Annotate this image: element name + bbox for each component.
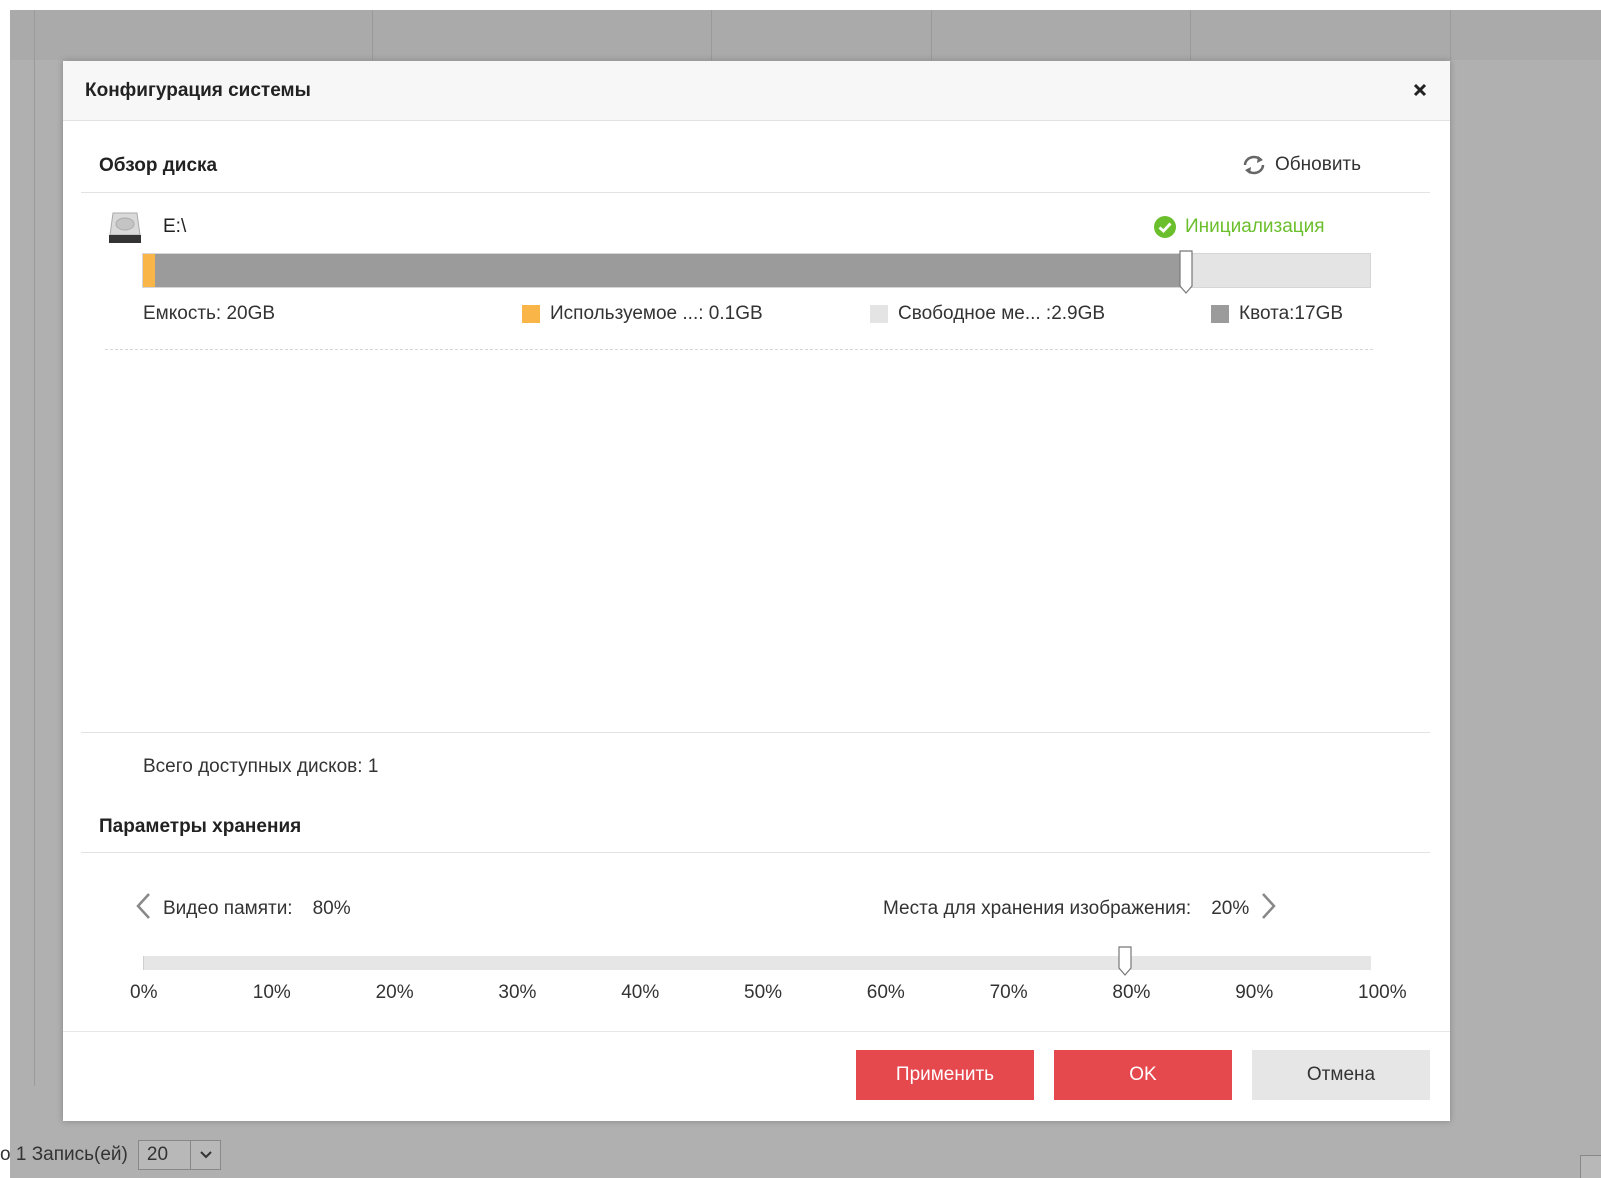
slider-tick-label: 70%	[989, 982, 1028, 1003]
close-icon[interactable]	[1408, 78, 1432, 104]
footer-divider	[63, 1031, 1450, 1032]
disk-usage-bar	[142, 250, 1371, 294]
image-ratio-value: 20%	[1211, 898, 1250, 919]
dialog-title: Конфигурация системы	[85, 80, 311, 101]
chevron-right-icon[interactable]	[1259, 891, 1279, 927]
page-size-select[interactable]: 20	[137, 1140, 222, 1170]
refresh-label: Обновить	[1275, 154, 1362, 175]
background-column-divider	[1450, 10, 1451, 60]
slider-tick-label: 50%	[744, 982, 783, 1003]
section-divider	[81, 852, 1430, 853]
storage-ratio-slider-handle[interactable]	[1117, 946, 1133, 976]
storage-ratio-slider[interactable]	[143, 956, 1371, 970]
slider-tick-label: 60%	[866, 982, 905, 1003]
image-ratio-label: Места для хранения изображения:	[883, 898, 1192, 919]
cancel-button[interactable]: Отмена	[1252, 1050, 1430, 1100]
disk-capacity-label: Емкость: 20GB	[143, 303, 276, 324]
video-ratio: Видео памяти: 80%	[133, 891, 351, 927]
chevron-down-icon[interactable]	[190, 1141, 220, 1169]
system-config-dialog: Конфигурация системы Обзор диска Обновит…	[63, 61, 1450, 1121]
ok-button[interactable]: OK	[1054, 1050, 1232, 1100]
slider-tick-label: 40%	[621, 982, 660, 1003]
image-ratio: Места для хранения изображения: 20%	[883, 891, 1279, 927]
check-circle-icon	[1154, 216, 1176, 238]
legend-used-label: Используемое ...: 0.1GB	[550, 303, 763, 324]
background-record-count: о 1 Запись(ей)	[0, 1144, 128, 1165]
chevron-left-icon[interactable]	[133, 891, 153, 927]
background-pagination: о 1 Запись(ей) 20	[0, 1140, 222, 1170]
section-divider	[81, 192, 1430, 193]
hard-disk-icon	[109, 212, 141, 243]
disk-status: Инициализация	[1153, 215, 1325, 239]
slider-tick-label: 0%	[130, 982, 158, 1003]
legend-quota-label: Квота:17GB	[1239, 303, 1344, 324]
slider-tick-label: 10%	[252, 982, 291, 1003]
disk-capacity: Емкость: 20GB	[143, 303, 275, 325]
background-column-divider	[372, 10, 373, 60]
disk-name: E:\	[163, 216, 187, 237]
slider-tick-label: 90%	[1235, 982, 1274, 1003]
disk-separator	[105, 349, 1373, 350]
total-disks: Всего доступных дисков: 1	[143, 756, 379, 777]
dialog-header: Конфигурация системы	[63, 61, 1450, 121]
slider-tick-label: 20%	[375, 982, 414, 1003]
video-ratio-label: Видео памяти:	[163, 898, 293, 919]
section-divider	[81, 732, 1430, 733]
background-left-line	[34, 10, 35, 1086]
quota-drag-handle[interactable]	[1179, 250, 1193, 294]
legend-used-swatch	[522, 305, 540, 323]
slider-start-tick	[143, 956, 144, 970]
refresh-button[interactable]: Обновить	[1241, 154, 1361, 176]
slider-tick-label: 100%	[1358, 982, 1407, 1003]
disk-overview-title: Обзор диска	[99, 155, 218, 176]
disk-quota-segment	[155, 254, 1186, 287]
background-column-divider	[1190, 10, 1191, 60]
disk-used-segment	[143, 254, 155, 287]
background-topbar	[0, 0, 1601, 10]
legend-free-swatch	[870, 305, 888, 323]
slider-tick-label: 80%	[1112, 982, 1151, 1003]
apply-button[interactable]: Применить	[856, 1050, 1034, 1100]
background-column-divider	[931, 10, 932, 60]
storage-params-title: Параметры хранения	[99, 816, 302, 837]
legend-free: Свободное ме... :2.9GB	[870, 303, 1105, 325]
legend-quota-swatch	[1211, 305, 1229, 323]
disk-status-label: Инициализация	[1185, 216, 1325, 237]
slider-tick-label: 30%	[498, 982, 537, 1003]
legend-free-label: Свободное ме... :2.9GB	[898, 303, 1106, 324]
video-ratio-value: 80%	[312, 898, 351, 919]
background-header-row	[10, 10, 1601, 60]
legend-used: Используемое ...: 0.1GB	[522, 303, 763, 325]
legend-quota: Квота:17GB	[1211, 303, 1343, 325]
background-page-nav-button[interactable]	[1580, 1155, 1601, 1178]
background-column-divider	[711, 10, 712, 60]
background-left-edge	[0, 0, 10, 1178]
page-size-value: 20	[146, 1144, 169, 1165]
refresh-icon	[1243, 155, 1265, 175]
